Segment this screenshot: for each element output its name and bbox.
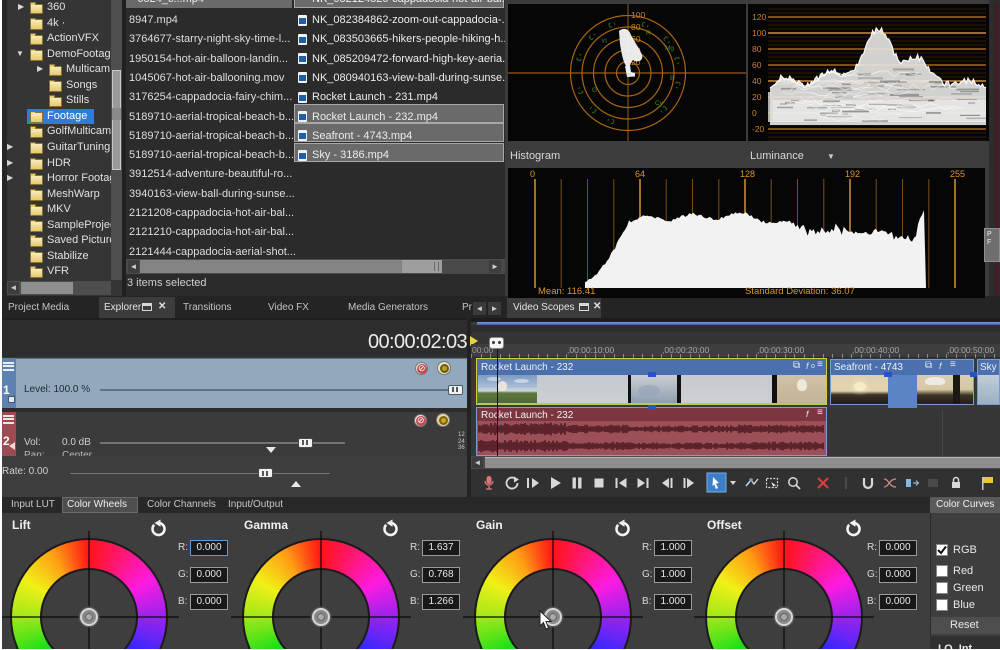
svg-text:120: 120 [752, 12, 766, 22]
svg-text:Mean: 116.41: Mean: 116.41 [538, 286, 595, 297]
svg-text:255: 255 [950, 169, 965, 179]
svg-text:64: 64 [635, 169, 645, 179]
svg-text:20: 20 [752, 92, 762, 102]
svg-text:Mg: Mg [665, 45, 674, 52]
svg-text:B: B [670, 75, 674, 82]
svg-text:R: R [646, 30, 651, 37]
svg-text:80: 80 [752, 44, 762, 54]
svg-text:100: 100 [631, 10, 645, 20]
svg-text:-20: -20 [752, 124, 765, 134]
svg-text:128: 128 [740, 169, 755, 179]
svg-text:Standard Deviation: 36.07: Standard Deviation: 36.07 [745, 286, 855, 297]
svg-text:Yl: Yl [601, 38, 607, 45]
svg-text:60: 60 [752, 60, 762, 70]
svg-text:0: 0 [752, 108, 757, 118]
svg-text:40: 40 [752, 76, 762, 86]
svg-text:80: 80 [631, 22, 641, 32]
svg-text:Cy: Cy [655, 100, 664, 107]
svg-text:G: G [592, 87, 597, 94]
svg-text:192: 192 [845, 169, 860, 179]
svg-text:0: 0 [530, 169, 535, 179]
svg-text:100: 100 [752, 28, 766, 38]
